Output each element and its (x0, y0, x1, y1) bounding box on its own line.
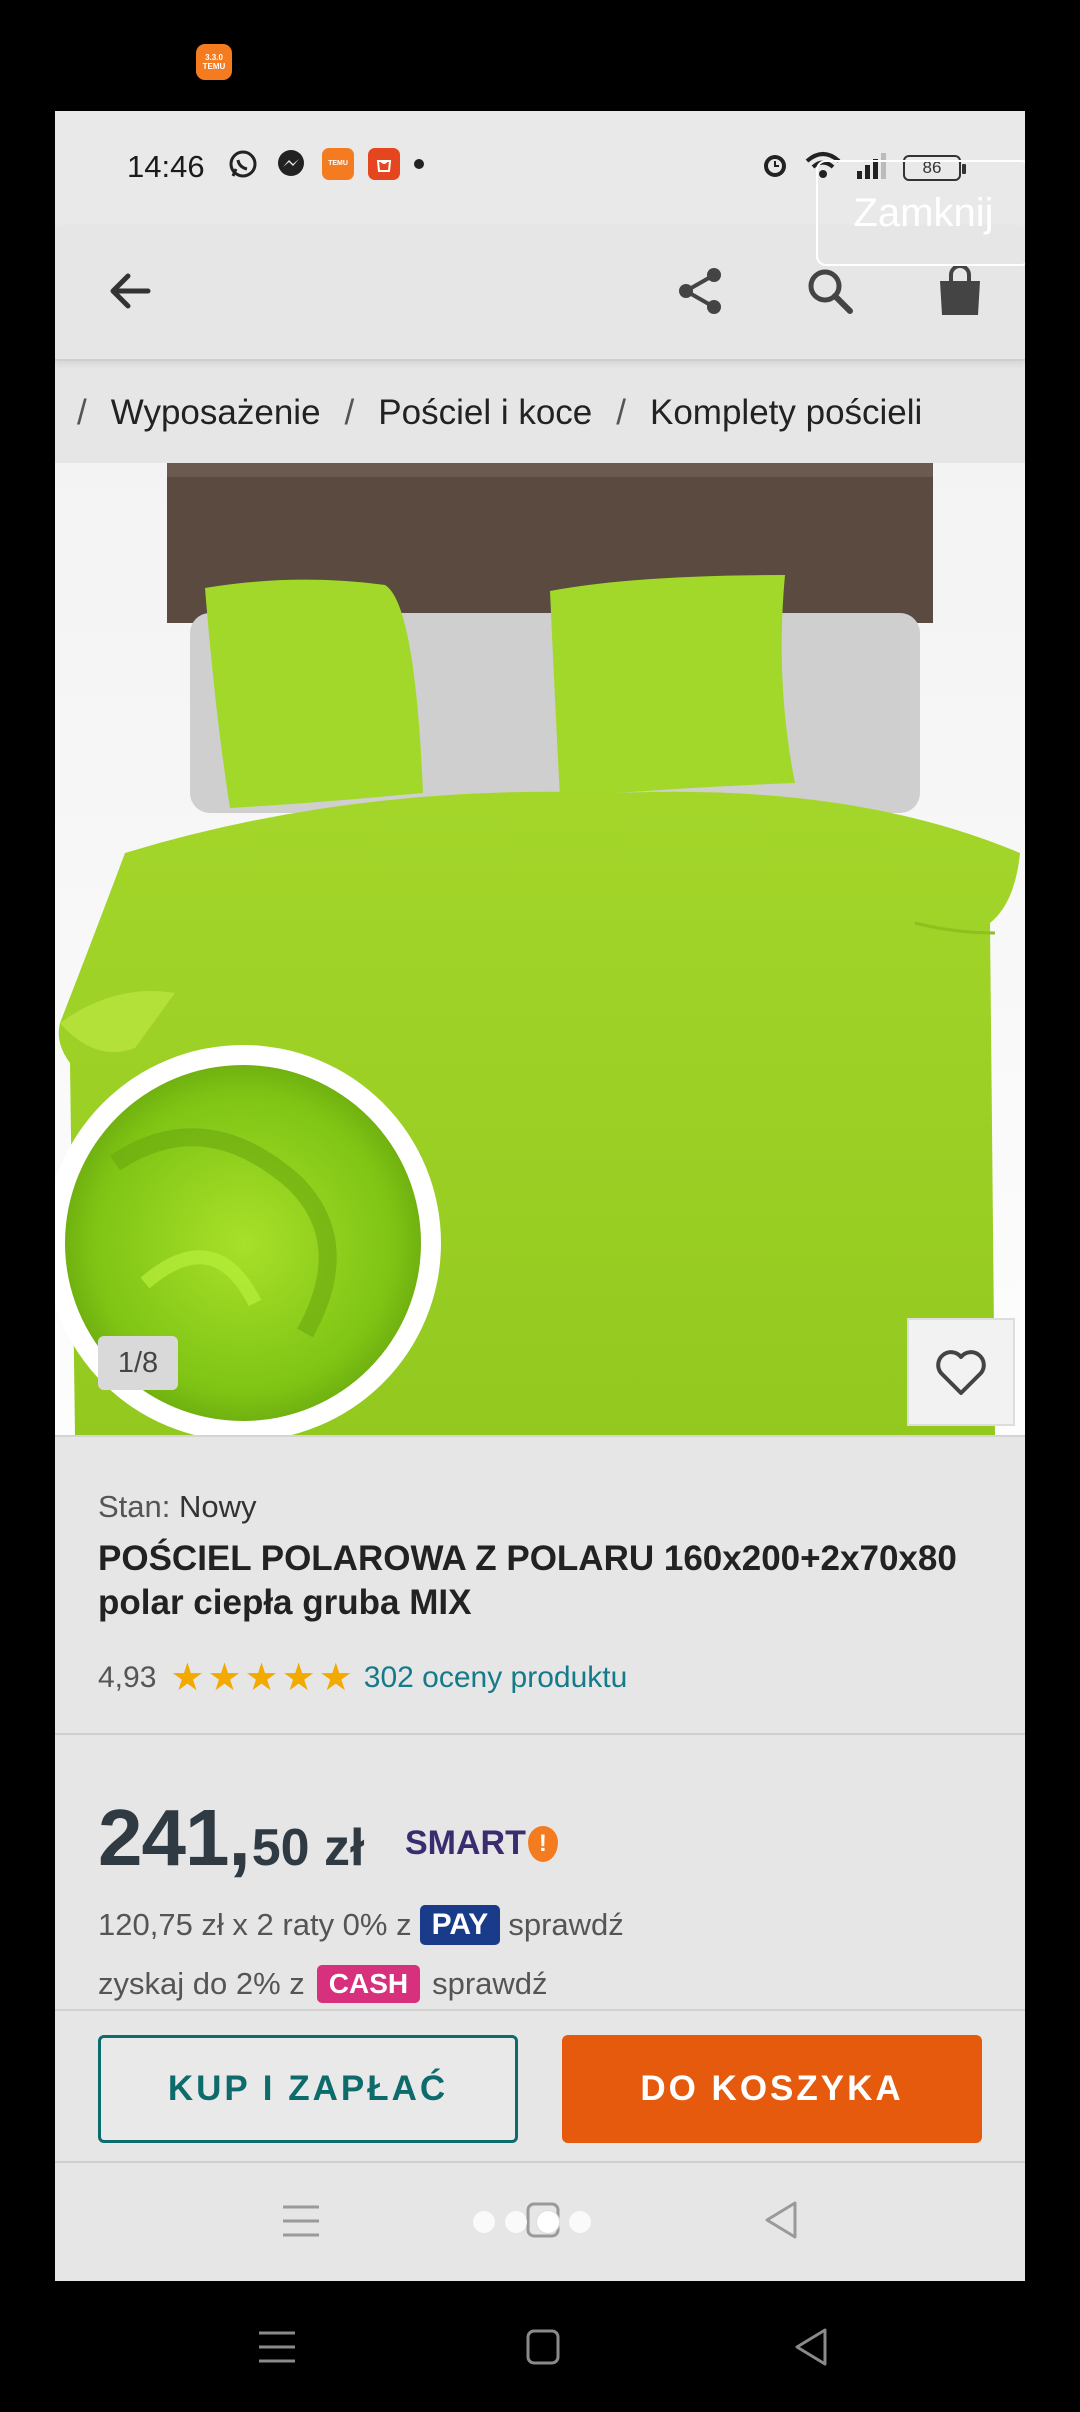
search-button[interactable] (795, 256, 865, 326)
installment-check-link[interactable]: sprawdź (508, 1907, 623, 1943)
installment-text: 120,75 zł x 2 raty 0% z (98, 1907, 412, 1942)
reviews-link[interactable]: 302 oceny produktu (364, 1661, 628, 1695)
star-icon: ★ (207, 1657, 242, 1699)
pager-dot (473, 2211, 495, 2233)
rating-value: 4,93 (98, 1661, 157, 1694)
heart-icon (936, 1350, 986, 1395)
inner-navigation-bar (55, 2163, 1025, 2281)
home-icon (526, 2329, 560, 2365)
aliexpress-notification-icon (368, 148, 400, 180)
breadcrumb-separator: / (616, 393, 626, 432)
installment-info: 120,75 zł x 2 raty 0% z PAY sprawdź (98, 1905, 624, 1945)
smart-info-icon: ! (527, 1825, 558, 1862)
product-photo-bedding (55, 463, 1020, 1435)
cart-button[interactable] (925, 256, 995, 326)
back-nav-button[interactable] (786, 2322, 836, 2372)
breadcrumb-item-komplety-poscieli[interactable]: Komplety pościeli (650, 393, 922, 433)
action-bar: KUP I ZAPŁAĆ DO KOSZYKA (55, 2009, 1025, 2163)
add-to-cart-button[interactable]: DO KOSZYKA (562, 2035, 982, 2143)
inner-back-icon (761, 2199, 801, 2246)
pager-dot (569, 2211, 591, 2233)
breadcrumb-separator: / (77, 393, 87, 432)
home-button[interactable] (518, 2322, 568, 2372)
more-notifications-dot (414, 159, 424, 169)
price-section: 241, 50 zł SMART ! 120,75 zł x 2 raty 0%… (55, 1737, 1025, 2009)
system-navigation-bar (0, 2282, 1080, 2412)
search-icon (808, 269, 853, 314)
menu-icon (259, 2331, 295, 2363)
price-decimal: 50 zł (251, 1819, 365, 1877)
close-overlay-button[interactable]: Zamknij (816, 160, 1025, 266)
inner-screenshot: 14:46 TEMU 86 Zamknij / Wyposażenie / Po… (55, 111, 1025, 2281)
share-icon (679, 268, 721, 314)
pay-badge: PAY (419, 1905, 501, 1945)
star-icon: ★ (318, 1657, 353, 1699)
product-rating[interactable]: 4,93 ★ ★ ★ ★ ★ 302 oceny produktu (98, 1659, 627, 1697)
temu-app-icon: 3.3.0 TEMU (196, 44, 232, 80)
whatsapp-icon (226, 147, 260, 181)
condition-value: Nowy (179, 1489, 257, 1524)
buy-now-button[interactable]: KUP I ZAPŁAĆ (98, 2035, 518, 2143)
back-button[interactable] (95, 256, 165, 326)
alarm-icon (759, 149, 791, 186)
inner-menu-icon (279, 2201, 323, 2246)
gallery-counter: 1/8 (98, 1336, 178, 1390)
breadcrumb: / Wyposażenie / Pościel i koce / Komplet… (55, 363, 1025, 463)
price-integer: 241, (98, 1793, 251, 1882)
favorite-button[interactable] (907, 1318, 1015, 1426)
breadcrumb-separator: / (344, 393, 355, 432)
notification-icons: TEMU (226, 147, 424, 181)
pager-dot-active (537, 2211, 559, 2233)
pager-dot (505, 2211, 527, 2233)
smart-badge[interactable]: SMART ! (405, 1824, 558, 1863)
breadcrumb-item-wyposazenie[interactable]: Wyposażenie (111, 393, 321, 433)
star-icon: ★ (170, 1657, 205, 1699)
product-title: POŚCIEL POLAROWA Z POLARU 160x200+2x70x8… (98, 1539, 957, 1622)
price: 241, 50 zł (98, 1792, 364, 1884)
cash-info: zyskaj do 2% z CASH sprawdź (98, 1965, 548, 2003)
breadcrumb-item-posciel-i-koce[interactable]: Pościel i koce (378, 393, 592, 433)
share-button[interactable] (665, 256, 735, 326)
recent-apps-button[interactable] (252, 2322, 302, 2372)
smart-label: SMART (405, 1824, 526, 1862)
back-triangle-icon (795, 2328, 827, 2366)
star-icon: ★ (281, 1657, 316, 1699)
temu-notification-icon: TEMU (322, 148, 354, 180)
cash-check-link[interactable]: sprawdź (432, 1966, 547, 2002)
condition-label: Stan: (98, 1489, 171, 1524)
arrow-left-icon (110, 273, 151, 309)
messenger-icon (274, 147, 308, 181)
status-time: 14:46 (127, 149, 205, 184)
star-icon: ★ (244, 1657, 279, 1699)
cash-badge: CASH (316, 1965, 421, 2003)
cash-text: zyskaj do 2% z (98, 1966, 305, 2001)
product-info: Stan: Nowy POŚCIEL POLAROWA Z POLARU 160… (55, 1435, 1025, 1735)
condition: Stan: Nowy (98, 1489, 257, 1525)
product-image-gallery[interactable]: 1/8 (55, 463, 1025, 1435)
shopping-bag-icon (940, 264, 980, 315)
pager-dots (473, 2211, 591, 2233)
